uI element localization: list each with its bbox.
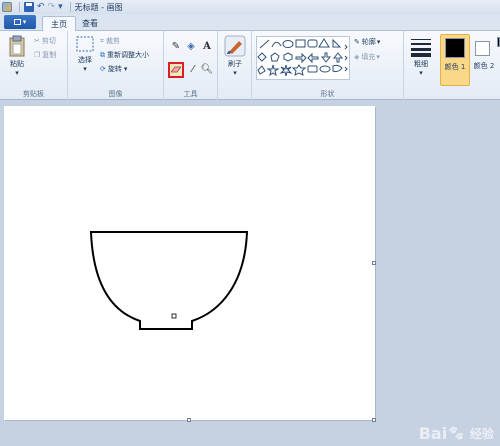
- copy-icon: ❐: [34, 51, 41, 59]
- fill-bucket-icon[interactable]: ◈: [184, 40, 198, 53]
- fill-label: 填充: [361, 53, 376, 61]
- divider: [19, 2, 20, 12]
- color-picker-icon[interactable]: ⁄: [186, 63, 200, 76]
- crop-icon: ⌗: [100, 36, 104, 45]
- fill-icon: ◈: [354, 53, 360, 61]
- pencil-icon[interactable]: ✎: [169, 40, 183, 53]
- paste-label: 粘贴: [10, 60, 24, 68]
- chevron-down-icon: ▾: [15, 69, 19, 77]
- workspace: Bai 🐾︎ 经验: [0, 100, 500, 446]
- clipboard-group-label: 剪贴板: [23, 90, 44, 98]
- rotate-icon: ⟳: [100, 65, 106, 73]
- resize-handle-bottom[interactable]: [187, 418, 191, 422]
- color-1-swatch: [445, 38, 465, 58]
- color-2-swatch: [475, 41, 490, 56]
- shapes-gallery-icons: [257, 38, 348, 77]
- copy-label: 复制: [42, 51, 57, 59]
- brush-icon: [224, 35, 246, 57]
- brushes-label: 刷子: [228, 60, 242, 68]
- menu-icon: [13, 19, 21, 25]
- resize-label: 重新调整大小: [107, 51, 149, 59]
- watermark-brand: Bai: [418, 424, 448, 443]
- copy-button[interactable]: ❐ 复制: [34, 50, 56, 60]
- color-2-label: 颜色 2: [473, 62, 495, 70]
- resize-icon: ⧉: [100, 50, 105, 59]
- eraser-icon[interactable]: [168, 62, 184, 78]
- size-button[interactable]: 粗细 ▾: [408, 37, 434, 77]
- magnifier-icon[interactable]: 🔍︎: [200, 63, 214, 76]
- resize-handle-right[interactable]: [372, 261, 376, 265]
- color-1-button[interactable]: 颜色 1: [440, 34, 470, 86]
- image-group-label: 图像: [108, 90, 123, 98]
- chevron-down-icon: ▾: [419, 69, 423, 77]
- shapes-group: ✎ 轮廓 ▾ ◈ 填充 ▾ 形状: [252, 31, 404, 100]
- brushes-button[interactable]: 刷子 ▾: [222, 35, 248, 77]
- tools-group-label: 工具: [183, 90, 198, 98]
- clipboard-group: 粘贴 ▾ ✂ 剪切 ❐ 复制 剪贴板: [0, 31, 68, 100]
- rotate-label: 旋转: [107, 65, 122, 73]
- ribbon: 粘贴 ▾ ✂ 剪切 ❐ 复制 剪贴板 选择 ▾ ⌗ 裁剪 ⧉ 重新调整大小 ⟳ …: [0, 31, 500, 100]
- chevron-down-icon: ▾: [376, 38, 381, 46]
- eraser-shape: [171, 66, 181, 73]
- customize-quick-access-icon[interactable]: ▾: [58, 2, 63, 12]
- select-icon: [76, 36, 94, 52]
- color-2-button[interactable]: 颜色 2: [472, 34, 496, 86]
- pen-icon: ✎: [354, 38, 360, 46]
- bowl-drawing: [89, 231, 249, 330]
- fill-button[interactable]: ◈ 填充 ▾: [354, 52, 380, 62]
- chevron-down-icon: ▾: [376, 53, 380, 61]
- color-1-label: 颜色 1: [444, 63, 466, 71]
- paint-app-icon[interactable]: [2, 2, 12, 12]
- brushes-group: 刷子 ▾: [218, 31, 252, 100]
- rotate-button[interactable]: ⟳ 旋转 ▾: [100, 64, 127, 74]
- size-label: 粗细: [414, 60, 428, 68]
- outline-button[interactable]: ✎ 轮廓 ▾: [354, 37, 380, 47]
- crop-button[interactable]: ⌗ 裁剪: [100, 36, 120, 46]
- text-icon[interactable]: A: [200, 40, 214, 53]
- chevron-down-icon: ▾: [123, 65, 128, 73]
- crop-label: 裁剪: [105, 37, 120, 45]
- window-title: 无标题 - 画图: [74, 2, 123, 12]
- paw-icon: 🐾︎: [447, 425, 465, 442]
- image-group: 选择 ▾ ⌗ 裁剪 ⧉ 重新调整大小 ⟳ 旋转 ▾ 图像: [68, 31, 164, 100]
- chevron-down-icon: ▾: [233, 69, 237, 77]
- tab-view[interactable]: 查看: [74, 16, 106, 31]
- undo-icon[interactable]: ↶: [37, 2, 45, 12]
- outline-label: 轮廓: [361, 38, 376, 46]
- size-group: 粗细 ▾: [404, 31, 438, 100]
- line-size-icon: [411, 39, 431, 57]
- tab-home[interactable]: 主页: [42, 16, 76, 32]
- divider: [69, 2, 71, 12]
- watermark-jingyan: 经验: [469, 427, 494, 441]
- baidu-watermark: Bai 🐾︎ 经验: [419, 424, 494, 443]
- tools-group: ✎ ◈ A ⁄ 🔍︎ 工具: [164, 31, 218, 100]
- save-icon[interactable]: [24, 2, 34, 12]
- select-label: 选择: [78, 56, 92, 64]
- paste-icon: [9, 35, 25, 57]
- cut-button[interactable]: ✂ 剪切: [34, 36, 56, 46]
- ribbon-tab-row: ▾ 主页 查看: [0, 14, 500, 32]
- redo-icon[interactable]: ↷: [48, 2, 56, 12]
- chevron-down-icon: ▾: [83, 65, 87, 73]
- drawing-canvas[interactable]: [4, 106, 375, 420]
- title-bar: ↶ ↷ ▾ 无标题 - 画图: [0, 0, 500, 14]
- resize-button[interactable]: ⧉ 重新调整大小: [100, 50, 149, 60]
- paste-button[interactable]: 粘贴 ▾: [4, 35, 30, 77]
- shapes-gallery[interactable]: [256, 36, 350, 80]
- shapes-group-label: 形状: [320, 90, 335, 98]
- cut-label: 剪切: [41, 37, 56, 45]
- resize-handle-corner[interactable]: [372, 418, 376, 422]
- select-button[interactable]: 选择 ▾: [72, 35, 98, 73]
- scissors-icon: ✂: [34, 37, 40, 45]
- file-menu-button[interactable]: ▾: [4, 15, 36, 29]
